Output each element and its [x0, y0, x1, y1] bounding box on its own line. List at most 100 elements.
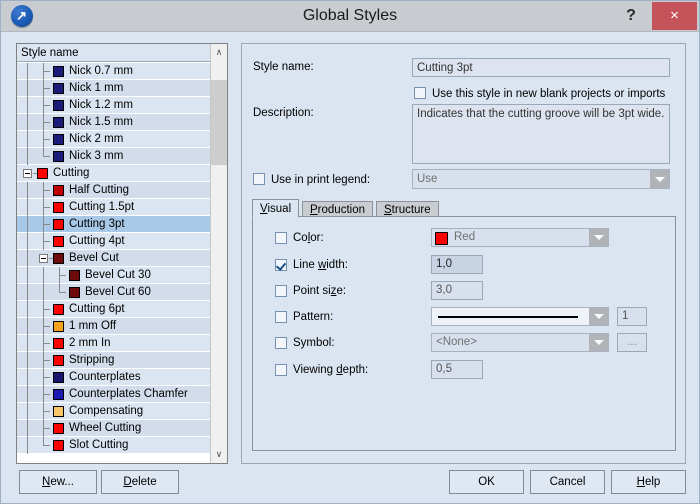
- style-tree-list[interactable]: Nick 0.7 mmNick 1 mmNick 1.2 mmNick 1.5 …: [17, 63, 210, 463]
- tree-item-cutting-1-5pt[interactable]: Cutting 1.5pt: [17, 199, 210, 216]
- tab-label: Production: [310, 204, 365, 216]
- tree-item-wheel-cutting[interactable]: Wheel Cutting: [17, 420, 210, 437]
- tree-guide-line: [43, 284, 44, 301]
- style-color-swatch: [53, 134, 64, 145]
- tree-item-cutting[interactable]: Cutting: [17, 165, 210, 182]
- point-size-checkbox[interactable]: [275, 285, 287, 297]
- description-input[interactable]: Indicates that the cutting groove will b…: [412, 104, 670, 164]
- pattern-checkbox[interactable]: [275, 311, 287, 323]
- tab-production[interactable]: Production: [302, 201, 373, 217]
- tree-item-stripping[interactable]: Stripping: [17, 352, 210, 369]
- tree-item-bevel-cut[interactable]: Bevel Cut: [17, 250, 210, 267]
- color-checkbox[interactable]: [275, 232, 287, 244]
- tree-guide-line: [43, 267, 44, 284]
- style-color-swatch: [53, 66, 64, 77]
- pattern-select[interactable]: [431, 307, 609, 326]
- tree-item-label: Stripping: [69, 352, 114, 369]
- chevron-down-icon[interactable]: [650, 170, 669, 188]
- color-value: Red: [454, 231, 475, 243]
- tab-visual[interactable]: Visual: [252, 199, 299, 218]
- viewing-depth-input[interactable]: 0,5: [431, 360, 483, 379]
- style-name-input[interactable]: Cutting 3pt: [412, 58, 670, 77]
- tree-item-counterplates-chamfer[interactable]: Counterplates Chamfer: [17, 386, 210, 403]
- tree-item-bevel-cut-60[interactable]: Bevel Cut 60: [17, 284, 210, 301]
- tree-scrollbar[interactable]: ∧ ∨: [210, 44, 227, 463]
- tab-structure[interactable]: Structure: [376, 201, 439, 217]
- tree-item-label: Half Cutting: [69, 182, 129, 199]
- tree-item-counterplates[interactable]: Counterplates: [17, 369, 210, 386]
- tree-guide-line: [43, 190, 50, 191]
- color-select[interactable]: Red: [431, 228, 609, 247]
- style-color-swatch: [53, 202, 64, 213]
- help-button[interactable]: Help: [611, 470, 686, 494]
- tree-item-label: Cutting 1.5pt: [69, 199, 134, 216]
- tree-item-label: Nick 0.7 mm: [69, 63, 133, 80]
- tree-item-half-cutting[interactable]: Half Cutting: [17, 182, 210, 199]
- pattern-count-input[interactable]: 1: [617, 307, 647, 326]
- point-size-input[interactable]: 3,0: [431, 281, 483, 300]
- tree-item-cutting-4pt[interactable]: Cutting 4pt: [17, 233, 210, 250]
- scroll-up-icon[interactable]: ∧: [211, 44, 227, 61]
- tree-guide-line: [43, 326, 50, 327]
- chevron-down-icon[interactable]: [589, 334, 608, 351]
- tree-guide-line: [59, 292, 66, 293]
- tab-strip: Visual Production Structure: [252, 199, 676, 217]
- tree-expander-icon[interactable]: [23, 169, 32, 178]
- tree-guide-line: [27, 437, 28, 454]
- tree-guide-line: [59, 275, 66, 276]
- chevron-down-icon[interactable]: [589, 308, 608, 325]
- tree-guide-line: [43, 343, 50, 344]
- new-button[interactable]: New...: [19, 470, 97, 494]
- tree-item-nick-0-7-mm[interactable]: Nick 0.7 mm: [17, 63, 210, 80]
- line-width-label: Line width:: [293, 259, 348, 272]
- tree-item-nick-3-mm[interactable]: Nick 3 mm: [17, 148, 210, 165]
- tree-item-bevel-cut-30[interactable]: Bevel Cut 30: [17, 267, 210, 284]
- symbol-select[interactable]: <None>: [431, 333, 609, 352]
- tree-expander-icon[interactable]: [39, 254, 48, 263]
- pattern-label: Pattern:: [293, 311, 333, 324]
- tree-guide-line: [27, 80, 28, 97]
- tree-guide-line: [27, 335, 28, 352]
- line-width-input[interactable]: 1,0: [431, 255, 483, 274]
- ok-button[interactable]: OK: [449, 470, 524, 494]
- cancel-button[interactable]: Cancel: [530, 470, 605, 494]
- tree-item-nick-1-mm[interactable]: Nick 1 mm: [17, 80, 210, 97]
- tree-guide-line: [27, 114, 28, 131]
- tree-item-slot-cutting[interactable]: Slot Cutting: [17, 437, 210, 454]
- tree-item-label: Counterplates: [69, 369, 141, 386]
- chevron-down-icon[interactable]: [589, 229, 608, 246]
- line-width-checkbox[interactable]: [275, 259, 287, 271]
- viewing-depth-label: Viewing depth:: [293, 364, 368, 377]
- tree-guide-line: [43, 445, 50, 446]
- tree-item-label: Counterplates Chamfer: [69, 386, 188, 403]
- tree-guide-line: [27, 216, 28, 233]
- tree-item-label: 1 mm Off: [69, 318, 116, 335]
- tree-item-nick-1-5-mm[interactable]: Nick 1.5 mm: [17, 114, 210, 131]
- use-in-new-projects-checkbox[interactable]: [414, 87, 426, 99]
- color-label: Color:: [293, 232, 324, 245]
- symbol-checkbox[interactable]: [275, 337, 287, 349]
- tree-item-2-mm-in[interactable]: 2 mm In: [17, 335, 210, 352]
- tree-guide-line: [27, 352, 28, 369]
- tree-guide-line: [43, 139, 50, 140]
- style-color-swatch: [53, 185, 64, 196]
- use-in-print-legend-checkbox[interactable]: [253, 173, 265, 185]
- tree-item-1-mm-off[interactable]: 1 mm Off: [17, 318, 210, 335]
- scrollbar-thumb[interactable]: [211, 80, 227, 165]
- tree-item-nick-1-2-mm[interactable]: Nick 1.2 mm: [17, 97, 210, 114]
- dialog-body: Style name Nick 0.7 mmNick 1 mmNick 1.2 …: [1, 32, 699, 503]
- symbol-browse-button[interactable]: ...: [617, 333, 647, 352]
- print-legend-select[interactable]: Use: [412, 169, 670, 189]
- tree-item-label: Cutting 6pt: [69, 301, 125, 318]
- tree-item-compensating[interactable]: Compensating: [17, 403, 210, 420]
- delete-button[interactable]: Delete: [101, 470, 179, 494]
- tree-guide-line: [27, 403, 28, 420]
- viewing-depth-checkbox[interactable]: [275, 364, 287, 376]
- tree-item-nick-2-mm[interactable]: Nick 2 mm: [17, 131, 210, 148]
- titlebar-help-button[interactable]: ?: [618, 3, 644, 29]
- scroll-down-icon[interactable]: ∨: [211, 446, 227, 463]
- tree-item-cutting-6pt[interactable]: Cutting 6pt: [17, 301, 210, 318]
- close-icon[interactable]: ×: [652, 2, 697, 30]
- description-label: Description:: [253, 107, 314, 119]
- tree-item-cutting-3pt[interactable]: Cutting 3pt: [17, 216, 210, 233]
